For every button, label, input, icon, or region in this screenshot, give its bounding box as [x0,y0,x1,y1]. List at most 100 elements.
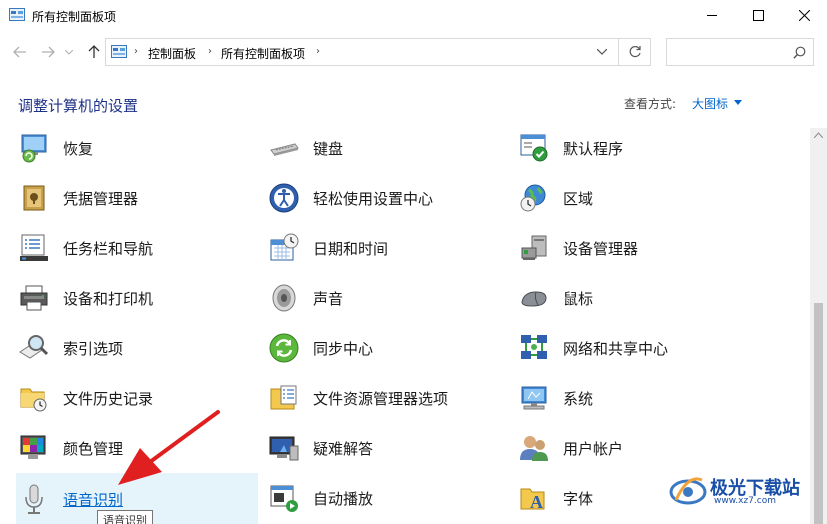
mouse-icon [521,291,547,307]
watermark: 极光下载站 www.xz7.com [668,470,824,512]
item-autoplay[interactable]: 自动播放 [266,475,508,521]
devices-printers-icon [20,285,48,311]
chevron-down-icon [597,49,607,55]
system-icon [521,386,547,410]
breadcrumb-control-panel[interactable]: 控制面板 [148,45,196,62]
item-label: 鼠标 [563,290,594,308]
breadcrumb-separator-icon: › [208,46,212,57]
view-by-dropdown[interactable]: 大图标 [692,95,728,112]
watermark-url: www.xz7.com [714,496,776,506]
item-label: 日期和时间 [313,240,389,258]
forward-button[interactable] [38,42,58,62]
item-recovery[interactable]: 恢复 [16,128,258,171]
caret-down-icon[interactable] [734,100,742,105]
item-label: 网络和共享中心 [563,340,669,358]
credential-manager-icon [23,185,45,211]
maximize-button[interactable] [735,0,781,31]
item-label: 疑难解答 [313,440,374,458]
maximize-icon [752,10,764,21]
sync-center-icon [269,333,299,363]
breadcrumb-all-items[interactable]: 所有控制面板项 [221,45,305,62]
autoplay-icon [270,485,298,512]
item-label: 任务栏和导航 [63,240,154,258]
item-keyboard[interactable]: 键盘 [266,128,508,171]
indexing-options-icon [19,335,49,359]
item-troubleshooting[interactable]: 疑难解答 [266,425,508,471]
arrow-up-icon [88,45,100,58]
item-network-sharing[interactable]: 网络和共享中心 [516,325,758,371]
item-label: 声音 [313,290,344,308]
control-panel-icon [111,45,127,58]
breadcrumb-separator-icon: › [134,46,138,57]
minimize-icon [706,15,717,16]
item-file-history[interactable]: 文件历史记录 [16,375,258,421]
item-sound[interactable]: 声音 [266,275,508,321]
item-sync-center[interactable]: 同步中心 [266,325,508,371]
sound-icon [272,284,296,312]
date-time-icon [270,233,299,261]
window-title: 所有控制面板项 [32,10,117,24]
control-panel-items: 恢复 键盘 默认程序 凭据管理器 轻松使用设置中心 区域 任务栏和导航 日期和时… [0,128,810,524]
speech-recognition-icon [25,484,43,514]
item-label: 设备管理器 [563,240,639,258]
device-manager-icon [521,235,547,260]
vertical-scrollbar[interactable] [810,128,827,524]
color-management-icon [20,435,46,459]
item-devices-printers[interactable]: 设备和打印机 [16,275,258,321]
item-label: 默认程序 [563,140,624,158]
chevron-down-icon [65,49,73,55]
item-label: 颜色管理 [63,440,124,458]
item-label: 区域 [563,190,594,208]
item-mouse[interactable]: 鼠标 [516,275,758,321]
address-bar[interactable]: › 控制面板 › 所有控制面板项 › [105,38,619,66]
item-label: 恢复 [63,140,94,158]
item-label: 轻松使用设置中心 [313,190,434,208]
item-label: 自动播放 [313,490,374,508]
file-explorer-options-icon [270,385,297,410]
network-sharing-icon [521,335,547,359]
tooltip: 语音识别 [97,510,153,524]
item-label: 文件历史记录 [63,390,154,408]
item-color-management[interactable]: 颜色管理 [16,425,258,471]
item-indexing-options[interactable]: 索引选项 [16,325,258,371]
item-label: 文件资源管理器选项 [313,390,449,408]
item-system[interactable]: 系统 [516,375,758,421]
search-icon [793,46,806,59]
item-device-manager[interactable]: 设备管理器 [516,225,758,271]
close-button[interactable] [781,0,827,31]
item-file-explorer-options[interactable]: 文件资源管理器选项 [266,375,508,421]
recent-locations-button[interactable] [62,42,76,62]
watermark-logo-icon [669,477,707,505]
title-bar: 所有控制面板项 [0,0,827,32]
taskbar-icon [20,234,48,261]
item-ease-of-access[interactable]: 轻松使用设置中心 [266,175,508,221]
up-button[interactable] [84,42,104,62]
search-input[interactable] [666,38,814,66]
item-default-programs[interactable]: 默认程序 [516,128,758,171]
item-region[interactable]: 区域 [516,175,758,221]
item-user-accounts[interactable]: 用户帐户 [516,425,758,471]
item-label: 凭据管理器 [63,190,139,208]
back-button[interactable] [10,42,30,62]
item-credential-manager[interactable]: 凭据管理器 [16,175,258,221]
refresh-button[interactable] [619,38,651,66]
default-programs-icon [520,134,548,162]
user-accounts-icon [520,436,548,461]
address-history-button[interactable] [594,45,610,59]
svg-text:A: A [530,492,543,512]
item-label: 用户帐户 [563,440,624,458]
item-date-time[interactable]: 日期和时间 [266,225,508,271]
item-label: 键盘 [313,140,344,158]
item-label: 字体 [563,490,594,508]
navigation-bar: › 控制面板 › 所有控制面板项 › [0,34,827,70]
item-taskbar-navigation[interactable]: 任务栏和导航 [16,225,258,271]
close-icon [798,10,810,21]
keyboard-icon [270,143,299,156]
minimize-button[interactable] [689,0,735,31]
arrow-left-icon [13,46,26,58]
ease-of-access-icon [269,183,299,213]
item-label: 同步中心 [313,340,374,358]
scroll-up-icon[interactable] [814,132,823,138]
fonts-icon: A [520,488,545,512]
troubleshooting-icon [269,436,299,461]
